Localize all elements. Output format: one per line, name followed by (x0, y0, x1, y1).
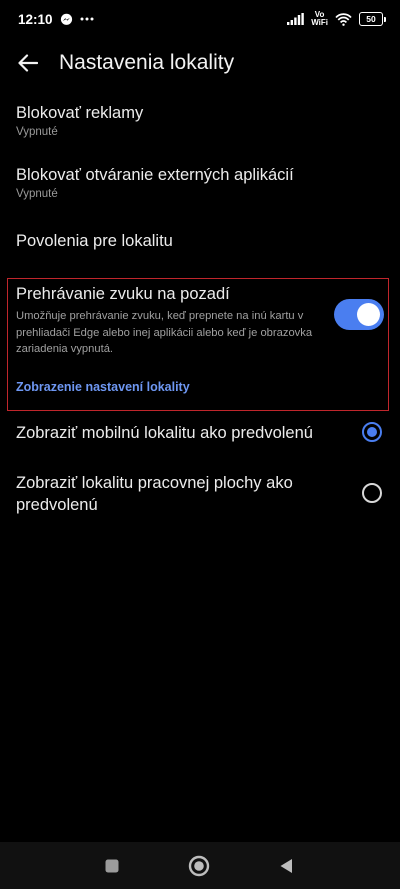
status-right: Vo WiFi 50 (287, 11, 386, 27)
site-permissions-setting[interactable]: Povolenia pre lokalitu (16, 230, 384, 252)
site-settings-link[interactable]: Zobrazenie nastavení lokality (16, 380, 190, 394)
radio-dot (367, 427, 377, 437)
battery-icon: 50 (359, 12, 386, 26)
home-circle-icon (188, 855, 210, 877)
back-arrow-icon (18, 54, 38, 72)
messenger-icon (60, 13, 73, 26)
back-triangle-icon (280, 859, 292, 873)
home-button[interactable] (185, 852, 213, 880)
background-audio-title: Prehrávanie zvuku na pozadí (16, 285, 230, 303)
desktop-site-option[interactable]: Zobraziť lokalitu pracovnej plochy ako p… (16, 472, 340, 516)
back-button[interactable] (14, 49, 42, 77)
navigation-bar (0, 842, 400, 889)
recents-square-icon (105, 859, 119, 873)
block-ads-title: Blokovať reklamy (16, 104, 144, 122)
page-title: Nastavenia lokality (59, 51, 235, 74)
mobile-site-radio[interactable] (362, 422, 382, 442)
battery-level: 50 (359, 12, 383, 26)
block-external-apps-title: Blokovať otváranie externých aplikácií (16, 166, 294, 184)
app-bar: Nastavenia lokality (0, 38, 400, 88)
wifi-icon (335, 12, 352, 26)
block-ads-status: Vypnuté (16, 126, 58, 138)
block-external-apps-setting[interactable]: Blokovať otváranie externých aplikácií V… (16, 164, 384, 202)
block-ads-setting[interactable]: Blokovať reklamy Vypnuté (16, 102, 384, 140)
desktop-site-radio[interactable] (362, 483, 382, 503)
battery-tip (384, 16, 386, 22)
toggle-knob (357, 303, 380, 326)
status-bar: 12:10 Vo WiFi 50 (0, 0, 400, 38)
nav-back-button[interactable] (272, 852, 300, 880)
vowifi-bottom-label: WiFi (311, 18, 328, 27)
vowifi-icon: Vo WiFi (311, 11, 328, 27)
block-external-apps-status: Vypnuté (16, 188, 58, 200)
mobile-site-option[interactable]: Zobraziť mobilnú lokalitu ako predvolenú (16, 422, 340, 444)
site-permissions-title: Povolenia pre lokalitu (16, 232, 173, 250)
more-icon (80, 17, 94, 21)
status-left: 12:10 (18, 12, 94, 27)
desktop-site-label: Zobraziť lokalitu pracovnej plochy ako p… (16, 474, 293, 514)
mobile-site-label: Zobraziť mobilnú lokalitu ako predvolenú (16, 424, 313, 442)
background-audio-description: Umožňuje prehrávanie zvuku, keď prepnete… (16, 310, 313, 355)
status-time: 12:10 (18, 11, 53, 27)
background-audio-toggle[interactable] (334, 299, 384, 330)
signal-icon (287, 13, 304, 25)
recents-button[interactable] (98, 852, 126, 880)
background-audio-setting[interactable]: Prehrávanie zvuku na pozadí Umožňuje pre… (16, 283, 312, 358)
